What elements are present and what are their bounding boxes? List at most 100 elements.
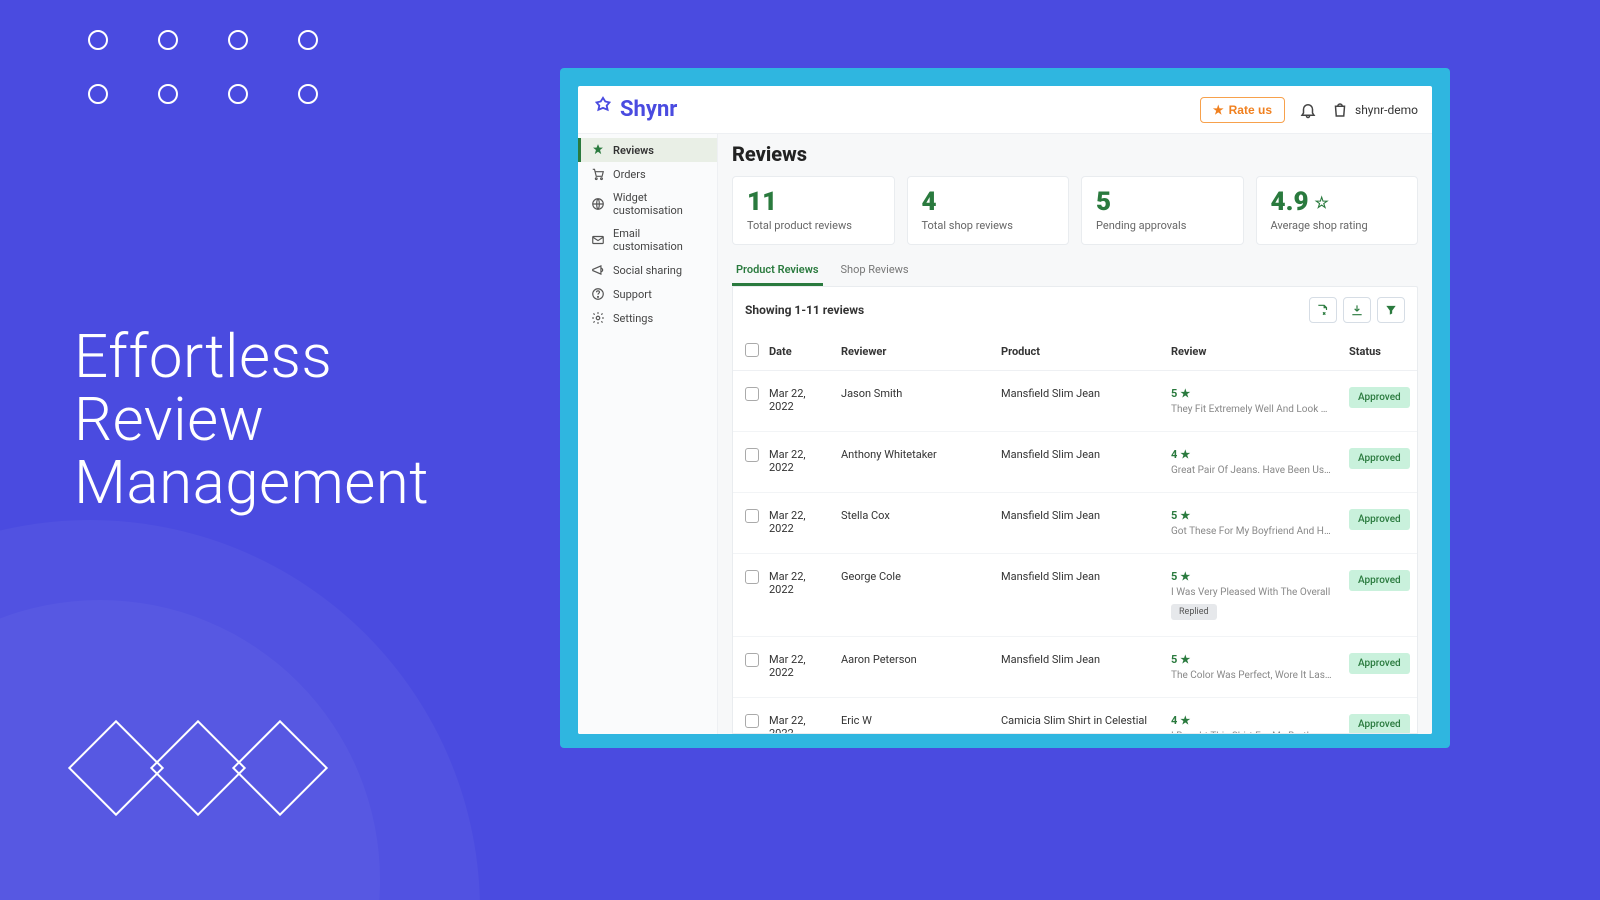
row-product: Mansfield Slim Jean (993, 554, 1163, 637)
col-reviewer-header[interactable]: Reviewer (833, 333, 993, 371)
filter-button[interactable] (1377, 297, 1405, 323)
row-reviewer: George Cole (833, 554, 993, 637)
star-icon: ★ (1180, 714, 1190, 727)
col-review-header[interactable]: Review (1163, 333, 1341, 371)
star-icon: ★ (1180, 509, 1190, 522)
sidebar: Reviews Orders Widget customisation Email c… (578, 134, 718, 734)
row-date: Mar 22, 2022 (761, 371, 833, 432)
sidebar-item-label: Support (613, 288, 652, 301)
hero-line-2: Review (74, 388, 429, 451)
sidebar-item-label: Email customisation (613, 227, 709, 253)
star-icon (591, 143, 605, 157)
col-status-header[interactable]: Status (1341, 333, 1418, 371)
status-badge: Approved (1349, 509, 1410, 530)
row-product: Mansfield Slim Jean (993, 371, 1163, 432)
download-button[interactable] (1343, 297, 1371, 323)
metric-value: 4 (922, 187, 1055, 217)
status-badge: Approved (1349, 448, 1410, 469)
row-reviewer: Anthony Whitetaker (833, 432, 993, 493)
shop-switcher[interactable]: shynr-demo (1331, 101, 1418, 119)
decor-dots (88, 24, 368, 132)
export-button[interactable] (1309, 297, 1337, 323)
sidebar-item-label: Reviews (613, 144, 654, 157)
row-reviewer: Stella Cox (833, 493, 993, 554)
row-date: Mar 22, 2022 (761, 554, 833, 637)
row-checkbox[interactable] (745, 653, 759, 667)
main-panel: Reviews 11 Total product reviews 4Total sh… (718, 134, 1432, 734)
star-icon: ★ (1180, 653, 1190, 666)
metric-card: 5Pending approvals (1081, 176, 1244, 245)
row-rating: 4 ★ (1171, 714, 1333, 727)
tab-product-reviews[interactable]: Product Reviews (734, 255, 821, 286)
sidebar-item-label: Orders (613, 168, 646, 181)
row-snippet: I Bought This Shirt For My Brother An (1171, 731, 1333, 734)
sidebar-item-social-sharing[interactable]: Social sharing (578, 258, 717, 282)
tab-shop-reviews[interactable]: Shop Reviews (839, 255, 911, 286)
row-reviewer: Eric W (833, 698, 993, 735)
metric-value: 5 (1096, 187, 1229, 217)
metric-value: 11 (747, 187, 880, 217)
row-rating: 5 ★ (1171, 387, 1333, 400)
cart-icon (591, 167, 605, 181)
row-rating: 5 ★ (1171, 653, 1333, 666)
decor-diamonds (82, 734, 314, 802)
sidebar-item-orders[interactable]: Orders (578, 162, 717, 186)
row-checkbox[interactable] (745, 714, 759, 728)
table-row: Mar 22, 2022Aaron PetersonMansfield Slim… (733, 637, 1418, 698)
row-snippet: Great Pair Of Jeans. Have Been Using (1171, 465, 1333, 476)
mail-icon (591, 233, 605, 247)
sidebar-item-email-customisation[interactable]: Email customisation (578, 222, 717, 258)
list-header-row: Showing 1-11 reviews (732, 286, 1418, 333)
row-date: Mar 22, 2022 (761, 637, 833, 698)
sidebar-item-widget-customisation[interactable]: Widget customisation (578, 186, 717, 222)
hero-headline: Effortless Review Management (74, 325, 429, 514)
notifications-icon[interactable] (1299, 101, 1317, 119)
star-icon: ★ (1180, 570, 1190, 583)
table-row: Mar 22, 2022Stella CoxMansfield Slim Jea… (733, 493, 1418, 554)
row-checkbox[interactable] (745, 448, 759, 462)
sidebar-item-settings[interactable]: Settings (578, 306, 717, 330)
shop-name: shynr-demo (1355, 103, 1418, 117)
brand-logo[interactable]: Shynr (592, 96, 677, 124)
row-date: Mar 22, 2022 (761, 493, 833, 554)
metric-card: 11 Total product reviews (732, 176, 895, 245)
star-icon: ★ (1213, 103, 1224, 117)
col-product-header[interactable]: Product (993, 333, 1163, 371)
row-reviewer: Aaron Peterson (833, 637, 993, 698)
row-review: 5 ★Got These For My Boyfriend And He L (1163, 493, 1341, 554)
row-checkbox[interactable] (745, 570, 759, 584)
status-badge: Approved (1349, 570, 1410, 591)
sidebar-item-reviews[interactable]: Reviews (578, 138, 717, 162)
row-rating: 5 ★ (1171, 509, 1333, 522)
reviews-table: Date Reviewer Product Review Status Mar … (732, 333, 1418, 734)
table-row: Mar 22, 2022Eric WCamicia Slim Shirt in … (733, 698, 1418, 735)
page-title: Reviews (732, 142, 1418, 166)
row-product: Mansfield Slim Jean (993, 493, 1163, 554)
metric-label: Total product reviews (747, 219, 880, 232)
metric-card: 4Total shop reviews (907, 176, 1070, 245)
status-badge: Approved (1349, 714, 1410, 734)
hero-line-3: Management (74, 451, 429, 514)
row-checkbox[interactable] (745, 387, 759, 401)
status-badge: Approved (1349, 387, 1410, 408)
logo-icon (592, 96, 614, 124)
help-icon (591, 287, 605, 301)
row-review: 5 ★I Was Very Pleased With The OverallRe… (1163, 554, 1341, 637)
star-outline-icon: ☆ (1315, 193, 1329, 212)
rate-us-button[interactable]: ★ Rate us (1200, 97, 1285, 123)
col-date-header[interactable]: Date (761, 333, 833, 371)
sidebar-item-label: Settings (613, 312, 653, 325)
rate-us-label: Rate us (1229, 103, 1272, 117)
topbar: Shynr ★ Rate us shynr-demo (578, 86, 1432, 134)
row-rating: 4 ★ (1171, 448, 1333, 461)
row-review: 5 ★They Fit Extremely Well And Look Am (1163, 371, 1341, 432)
row-product: Mansfield Slim Jean (993, 432, 1163, 493)
sidebar-item-support[interactable]: Support (578, 282, 717, 306)
row-product: Mansfield Slim Jean (993, 637, 1163, 698)
row-checkbox[interactable] (745, 509, 759, 523)
showing-count: Showing 1-11 reviews (745, 303, 864, 317)
metric-value: 4.9 ☆ (1271, 187, 1404, 217)
row-review: 4 ★ Great Pair Of Jeans. Have Been Using (1163, 432, 1341, 493)
star-icon: ★ (1180, 448, 1190, 461)
select-all-checkbox[interactable] (745, 343, 759, 357)
